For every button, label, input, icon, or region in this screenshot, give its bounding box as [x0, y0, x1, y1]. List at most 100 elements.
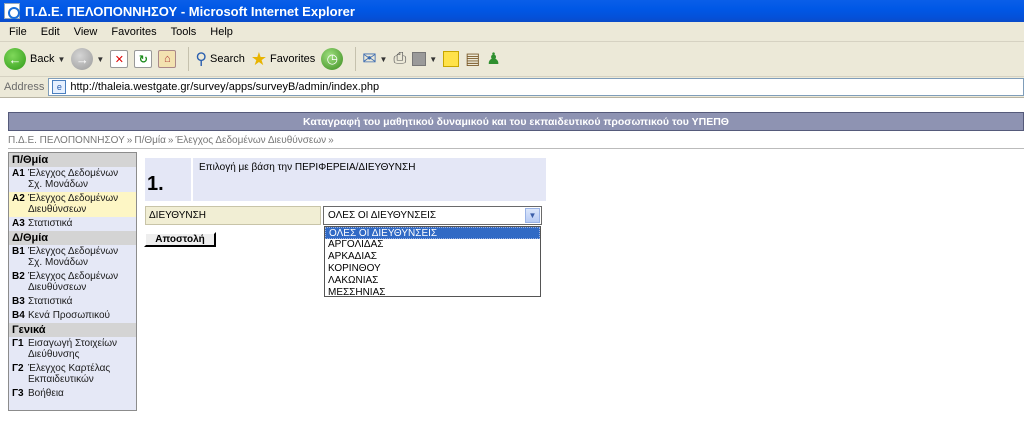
research-button[interactable]: ▤: [465, 49, 480, 69]
dropdown-option[interactable]: ΑΡΓΟΛΙΔΑΣ: [325, 239, 540, 251]
search-icon: ⚲: [195, 51, 208, 68]
menu-help[interactable]: Help: [203, 26, 240, 38]
sidebar-item-code: Α1: [12, 168, 25, 179]
sidebar-item-code: Β3: [12, 296, 25, 307]
dropdown-option[interactable]: ΚΟΡΙΝΘΟΥ: [325, 263, 540, 275]
breadcrumb-separator: »: [328, 135, 334, 146]
chevron-down-icon[interactable]: ▼: [380, 55, 388, 64]
sidebar-item-label: Έλεγχος Δεδομένων Σχ. Μονάδων: [28, 246, 119, 268]
sidebar-item-g2[interactable]: Γ2 Έλεγχος Καρτέλας Εκπαιδευτικών: [9, 362, 136, 387]
dropdown-option[interactable]: ΟΛΕΣ ΟΙ ΔΙΕΥΘΥΝΣΕΙΣ: [325, 227, 540, 239]
sidebar-item-label: Στατιστικά: [28, 218, 73, 229]
note-icon: [443, 51, 460, 67]
sidebar-item-b4[interactable]: Β4 Κενά Προσωπικού: [9, 309, 136, 323]
chevron-down-icon[interactable]: ▼: [429, 55, 437, 64]
messenger-button[interactable]: ♟: [486, 49, 500, 69]
sidebar-item-b3[interactable]: Β3 Στατιστικά: [9, 295, 136, 309]
dropdown-option[interactable]: ΛΑΚΩΝΙΑΣ: [325, 275, 540, 287]
step-number: 1.: [145, 158, 193, 201]
back-label: Back: [30, 53, 55, 65]
sidebar-item-code: Γ3: [12, 388, 24, 399]
direction-dropdown-list: ΟΛΕΣ ΟΙ ΔΙΕΥΘΥΝΣΕΙΣ ΑΡΓΟΛΙΔΑΣ ΑΡΚΑΔΙΑΣ Κ…: [324, 226, 541, 299]
breadcrumb-separator: »: [126, 135, 133, 146]
printer-icon: ⎙: [393, 50, 407, 67]
refresh-button[interactable]: ↻: [134, 50, 153, 68]
address-bar: Address e http://thaleia.westgate.gr/sur…: [0, 77, 1024, 98]
sidebar-item-code: Γ1: [12, 338, 24, 349]
search-button[interactable]: ⚲ Search: [195, 49, 245, 69]
breadcrumb-item[interactable]: Έλεγχος Δεδομένων Διευθύνσεων: [175, 135, 326, 146]
toolbar: ← Back ▼ → ▼ ✕ ↻ ⌂ ⚲ Search ★ Favorites …: [0, 42, 1024, 77]
sidebar-item-label: Έλεγχος Δεδομένων Σχ. Μονάδων: [28, 168, 119, 190]
menubar: File Edit View Favorites Tools Help: [0, 22, 1024, 42]
menu-view[interactable]: View: [67, 26, 105, 38]
edit-button[interactable]: ▼: [412, 52, 437, 66]
menu-favorites[interactable]: Favorites: [104, 26, 163, 38]
menu-tools[interactable]: Tools: [164, 26, 204, 38]
breadcrumb-item[interactable]: Π.Δ.Ε. ΠΕΛΟΠΟΝΝΗΣΟΥ: [8, 135, 125, 146]
favorites-button[interactable]: ★ Favorites: [251, 49, 315, 70]
research-icon: ▤: [465, 51, 481, 68]
step-panel: 1. Επιλογή με βάση την ΠΕΡΙΦΕΡΕΙΑ/ΔΙΕΥΘΥ…: [145, 158, 546, 201]
dropdown-option[interactable]: ΑΡΚΑΔΙΑΣ: [325, 251, 540, 263]
address-input[interactable]: e http://thaleia.westgate.gr/survey/apps…: [48, 78, 1024, 96]
chevron-down-icon[interactable]: ▼: [525, 208, 540, 223]
menu-edit[interactable]: Edit: [34, 26, 67, 38]
print-button[interactable]: ⎙: [393, 50, 406, 68]
stop-button[interactable]: ✕: [110, 50, 129, 68]
sidebar-item-label: Στατιστικά: [28, 296, 73, 307]
back-arrow-icon: ←: [4, 48, 26, 70]
back-button[interactable]: ← Back ▼: [4, 48, 65, 70]
breadcrumb-separator: »: [167, 135, 174, 146]
sidebar-item-label: Έλεγχος Δεδομένων Διευθύνσεων: [28, 193, 119, 215]
sidebar-item-label: Έλεγχος Καρτέλας Εκπαιδευτικών: [28, 363, 111, 385]
sidebar-item-code: Α3: [12, 218, 25, 229]
address-url: http://thaleia.westgate.gr/survey/apps/s…: [70, 81, 380, 93]
sidebar-item-label: Κενά Προσωπικού: [28, 310, 111, 321]
sidebar-section-header: Π/Θμία: [9, 153, 136, 167]
discuss-button[interactable]: [443, 51, 460, 67]
sidebar-nav: Π/Θμία Α1 Έλεγχος Δεδομένων Σχ. Μονάδων …: [8, 152, 137, 411]
star-icon: ★: [250, 48, 268, 69]
sidebar-item-a1[interactable]: Α1 Έλεγχος Δεδομένων Σχ. Μονάδων: [9, 167, 136, 192]
menu-file[interactable]: File: [2, 26, 34, 38]
mail-icon: ✉: [362, 49, 377, 68]
direction-field-label: ΔΙΕΥΘΥΝΣΗ: [145, 206, 321, 225]
address-label: Address: [4, 81, 45, 93]
page-content: Καταγραφή του μαθητικού δυναμικού και το…: [0, 98, 1024, 424]
sidebar-item-g1[interactable]: Γ1 Εισαγωγή Στοιχείων Διεύθυνσης: [9, 337, 136, 362]
chevron-down-icon[interactable]: ▼: [57, 55, 65, 64]
breadcrumb: Π.Δ.Ε. ΠΕΛΟΠΟΝΝΗΣΟΥ» Π/Θμία» Έλεγχος Δεδομ…: [8, 135, 1024, 149]
toolbar-separator: [188, 47, 190, 71]
internet-explorer-icon: [4, 3, 20, 19]
sidebar-item-g3[interactable]: Γ3 Βοήθεια: [9, 387, 136, 401]
history-button[interactable]: ◷: [321, 48, 344, 70]
submit-button[interactable]: Αποστολή: [144, 232, 216, 247]
sidebar-item-a2[interactable]: Α2 Έλεγχος Δεδομένων Διευθύνσεων: [9, 192, 136, 217]
dropdown-option[interactable]: ΜΕΣΣΗΝΙΑΣ: [325, 287, 540, 299]
breadcrumb-item[interactable]: Π/Θμία: [134, 135, 166, 146]
window-title: Π.Δ.Ε. ΠΕΛΟΠΟΝΝΗΣΟΥ - Microsoft Internet…: [25, 3, 355, 19]
direction-select[interactable]: ΟΛΕΣ ΟΙ ΔΙΕΥΘΥΝΣΕΙΣ ▼: [323, 206, 542, 225]
edit-icon: [412, 52, 427, 66]
mail-button[interactable]: ✉ ▼: [362, 49, 387, 69]
sidebar-item-code: Β4: [12, 310, 25, 321]
home-icon: ⌂: [158, 50, 177, 68]
sidebar-item-code: Β1: [12, 246, 25, 257]
sidebar-section-header: Δ/Θμία: [9, 231, 136, 245]
home-button[interactable]: ⌂: [158, 50, 177, 68]
sidebar-item-label: Εισαγωγή Στοιχείων Διεύθυνσης: [28, 338, 118, 360]
chevron-down-icon[interactable]: ▼: [96, 55, 104, 64]
sidebar-item-label: Έλεγχος Δεδομένων Διευθύνσεων: [28, 271, 119, 293]
sidebar-item-b2[interactable]: Β2 Έλεγχος Δεδομένων Διευθύνσεων: [9, 270, 136, 295]
refresh-icon: ↻: [134, 50, 153, 68]
favorites-label: Favorites: [270, 53, 316, 65]
forward-button[interactable]: → ▼: [71, 48, 104, 70]
sidebar-item-b1[interactable]: Β1 Έλεγχος Δεδομένων Σχ. Μονάδων: [9, 245, 136, 270]
forward-arrow-icon: →: [71, 48, 94, 70]
sidebar-item-a3[interactable]: Α3 Στατιστικά: [9, 217, 136, 231]
sidebar-item-code: Γ2: [12, 363, 24, 374]
sidebar-item-code: Β2: [12, 271, 25, 282]
messenger-icon: ♟: [486, 51, 501, 68]
sidebar-section-header: Γενικά: [9, 323, 136, 337]
